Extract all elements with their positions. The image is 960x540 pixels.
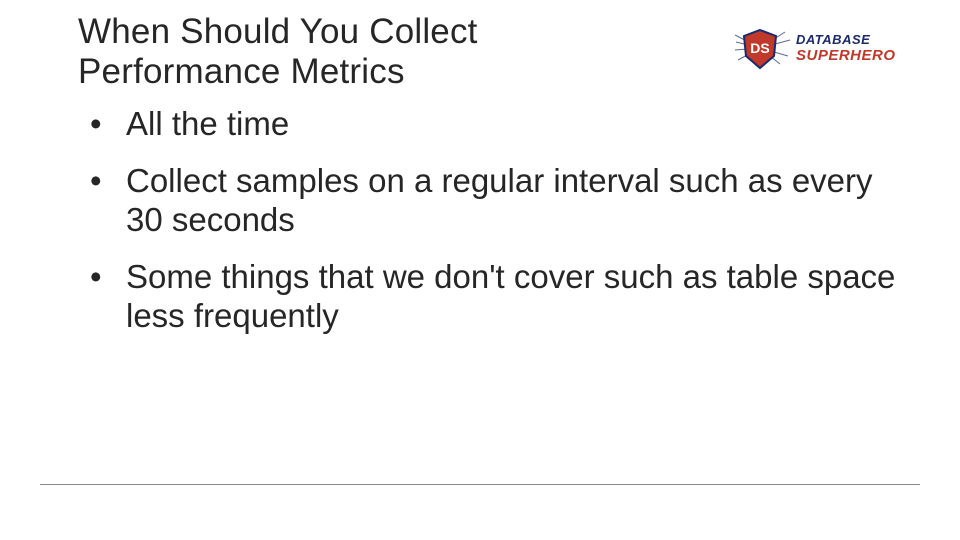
slide-title: When Should You Collect Performance Metr… bbox=[78, 12, 598, 93]
list-item: All the time bbox=[78, 105, 898, 144]
logo-line1: DATABASE bbox=[796, 32, 870, 47]
logo-line2: SUPERHERO bbox=[796, 47, 896, 64]
slide: When Should You Collect Performance Metr… bbox=[0, 0, 960, 540]
logo-shield-text: DS bbox=[750, 40, 769, 56]
database-superhero-logo: DS DATABASE SUPERHERO bbox=[730, 20, 930, 75]
list-item: Collect samples on a regular interval su… bbox=[78, 162, 898, 240]
footer-divider bbox=[40, 484, 920, 485]
bullet-list: All the time Collect samples on a regula… bbox=[78, 105, 898, 354]
list-item: Some things that we don't cover such as … bbox=[78, 258, 898, 336]
logo-svg: DS DATABASE SUPERHERO bbox=[730, 20, 930, 75]
